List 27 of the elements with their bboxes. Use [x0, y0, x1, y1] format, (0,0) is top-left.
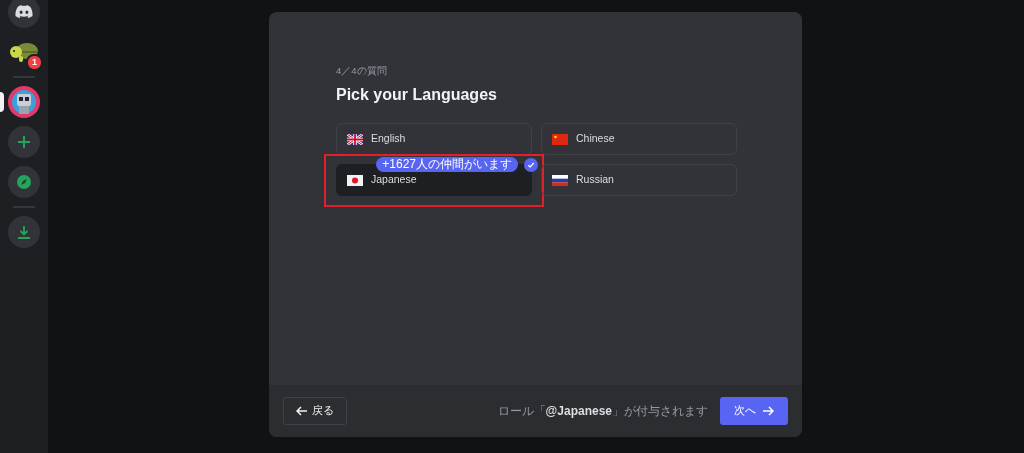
server-icon[interactable] [8, 86, 40, 118]
compass-icon [16, 174, 32, 190]
plus-icon [17, 135, 31, 149]
uk-flag-icon [347, 133, 363, 145]
notification-badge: 1 [26, 54, 43, 71]
server-icon[interactable] [8, 126, 40, 158]
dialog-title: Pick your Languages [336, 85, 498, 106]
step-counter: 4／4の質問 [336, 64, 388, 78]
robot-icon [8, 86, 40, 118]
server-icon[interactable]: 1 [8, 36, 40, 68]
back-button[interactable]: 戻る [283, 397, 347, 425]
server-icon[interactable] [8, 166, 40, 198]
checkmark-icon [524, 158, 538, 173]
next-button[interactable]: 次へ [720, 397, 788, 425]
russia-flag-icon [552, 174, 568, 186]
role-note: ロール「@Japanese」が付与されます [497, 403, 708, 420]
japan-flag-icon [347, 174, 363, 186]
discord-logo-icon [15, 5, 33, 19]
language-option[interactable]: Russian [541, 164, 737, 197]
server-icon[interactable] [8, 0, 40, 28]
left-arrow-icon [296, 406, 308, 416]
right-arrow-icon [762, 406, 774, 416]
language-option[interactable]: Chinese [541, 123, 737, 156]
member-count-tooltip: +1627人の仲間がいます [376, 157, 518, 173]
download-icon [17, 225, 31, 239]
china-flag-icon [552, 133, 568, 145]
server-icon[interactable] [8, 216, 40, 248]
